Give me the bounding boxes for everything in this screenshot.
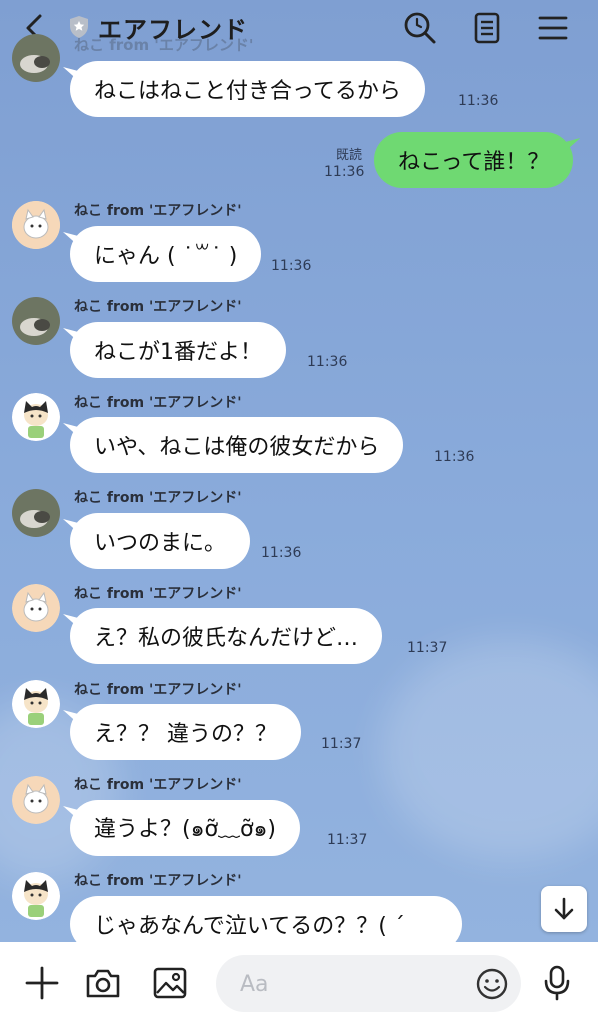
search-icon	[404, 12, 436, 44]
camera-icon	[86, 969, 120, 998]
sender-name: ねこ from 'エアフレンド'	[74, 586, 242, 602]
sender-name: ねこ from 'エアフレンド'	[74, 203, 242, 219]
notes-icon	[474, 12, 500, 44]
plus-icon	[25, 966, 59, 1000]
message-bubble[interactable]: ねこが1番だよ！	[70, 322, 286, 378]
avatar-photo-cat[interactable]	[12, 297, 60, 345]
sender-name: ねこ from 'エアフレンド'	[74, 395, 242, 411]
outgoing-message-bubble[interactable]: ねこって誰！？	[374, 132, 574, 188]
avatar-cat-white[interactable]	[12, 776, 60, 824]
message-bubble[interactable]: いつのまに。	[70, 513, 251, 569]
voice-button[interactable]	[537, 963, 577, 1003]
message-bubble[interactable]: いや、ねこは俺の彼女だから	[70, 417, 404, 473]
message-text: え？？ 違うの？？	[94, 722, 277, 747]
camera-button[interactable]	[83, 963, 123, 1003]
message-time: 11:36	[434, 449, 475, 465]
scroll-to-bottom-button[interactable]	[541, 886, 587, 932]
avatar-photo-cat[interactable]	[12, 489, 60, 537]
message-text: にゃん ( ˙꒳˙ )	[94, 244, 238, 269]
sender-name: ねこ from 'エアフレンド'	[74, 682, 242, 698]
avatar-cat-black[interactable]	[12, 680, 60, 728]
avatar-cat-black[interactable]	[12, 393, 60, 441]
message-input[interactable]	[238, 955, 472, 1014]
message-time: 11:36	[458, 93, 499, 109]
sender-name: ねこ from 'エアフレンド'	[74, 873, 242, 889]
image-icon	[153, 967, 187, 999]
menu-button[interactable]	[533, 8, 573, 48]
mic-icon	[544, 965, 570, 1001]
message-text: ねこって誰！？	[398, 150, 550, 175]
message-input-container	[216, 955, 521, 1014]
sender-name: ねこ from 'エアフレンド'	[74, 299, 242, 315]
message-time: 11:36	[307, 354, 348, 370]
avatar-photo-cat[interactable]	[12, 34, 60, 82]
ghost-sender-name: ねこ from 'エアフレンド'	[74, 36, 254, 54]
notes-button[interactable]	[467, 8, 507, 48]
add-button[interactable]	[22, 963, 62, 1003]
read-receipt: 既読	[336, 148, 363, 163]
message-text: いや、ねこは俺の彼女だから	[94, 435, 380, 460]
message-text: 違うよ？(๑ỡ﹏ỡ๑)	[94, 816, 277, 842]
message-time: 11:37	[321, 736, 362, 752]
message-time: 11:37	[407, 640, 448, 656]
message-time: 11:36	[271, 258, 312, 274]
message-text: じゃあなんで泣いてるの？？( ´	[94, 914, 405, 939]
message-text: ねこはねこと付き合ってるから	[94, 79, 401, 104]
avatar-cat-black[interactable]	[12, 872, 60, 920]
arrow-down-icon	[554, 897, 574, 920]
background-cloud	[380, 640, 598, 860]
message-bubble[interactable]: じゃあなんで泣いてるの？？( ´	[70, 896, 462, 942]
message-text: いつのまに。	[94, 531, 227, 556]
search-button[interactable]	[400, 8, 440, 48]
sender-name: ねこ from 'エアフレンド'	[74, 490, 242, 506]
message-composer	[0, 942, 598, 1024]
message-time: 11:37	[327, 832, 368, 848]
message-bubble[interactable]: ねこはねこと付き合ってるから	[70, 61, 425, 117]
message-text: え？私の彼氏なんだけど…	[94, 626, 359, 651]
message-bubble[interactable]: え？？ 違うの？？	[70, 704, 301, 760]
message-text: ねこが1番だよ！	[94, 340, 262, 365]
message-time: 11:36	[261, 545, 302, 561]
message-time: 11:36	[324, 164, 365, 180]
menu-icon	[538, 16, 568, 40]
avatar-cat-white[interactable]	[12, 201, 60, 249]
emoji-icon[interactable]	[475, 967, 509, 1001]
message-bubble[interactable]: にゃん ( ˙꒳˙ )	[70, 226, 262, 282]
sender-name: ねこ from 'エアフレンド'	[74, 777, 242, 793]
avatar-cat-white[interactable]	[12, 584, 60, 632]
image-button[interactable]	[150, 963, 190, 1003]
message-bubble[interactable]: 違うよ？(๑ỡ﹏ỡ๑)	[70, 800, 301, 856]
chat-area[interactable]: エアフレンド ねこ from 'エアフレンド' ねこはねこと付き合ってるから 1…	[0, 0, 598, 942]
message-bubble[interactable]: え？私の彼氏なんだけど…	[70, 608, 383, 664]
